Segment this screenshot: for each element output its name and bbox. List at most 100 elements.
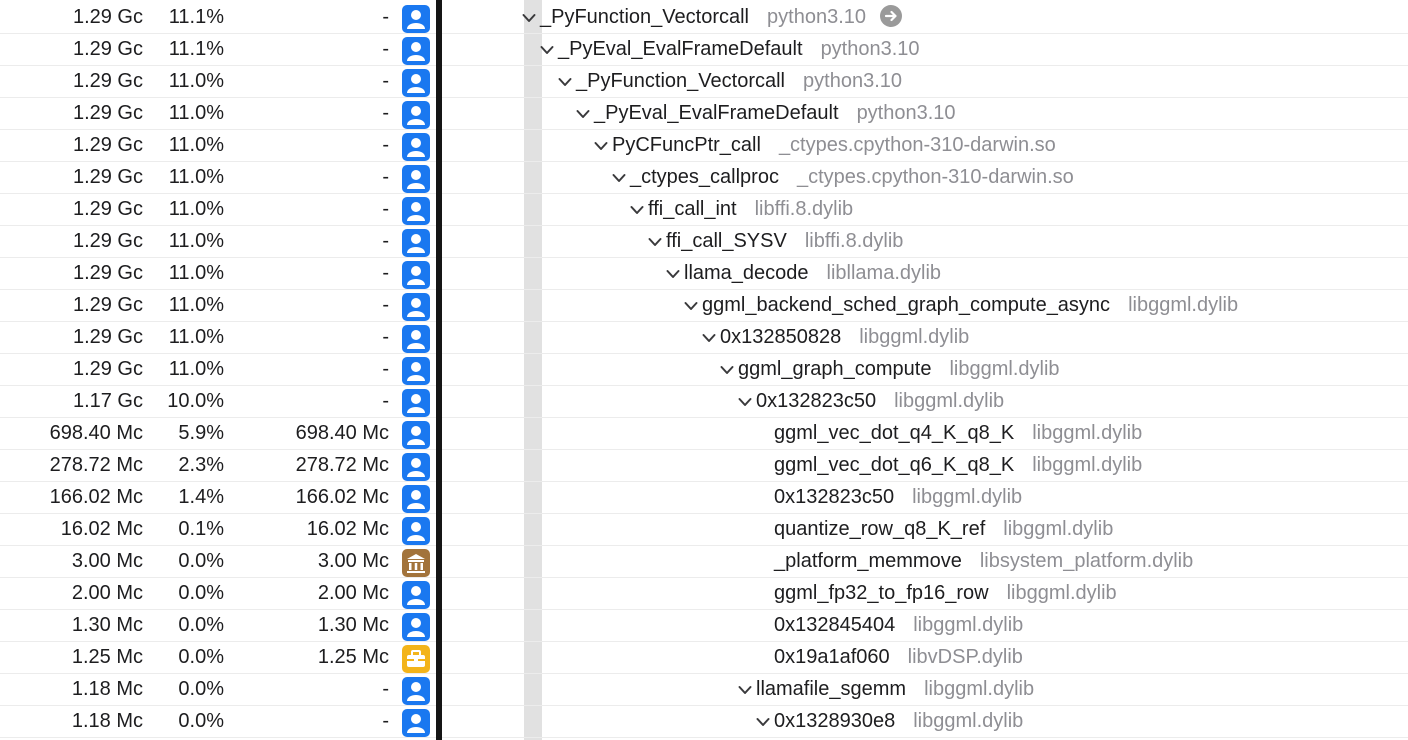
disclosure-chevron-icon[interactable] — [684, 291, 702, 322]
sample-row[interactable]: 1.29 Gc 11.0% - — [0, 194, 436, 226]
disclosure-chevron-icon[interactable] — [612, 163, 630, 194]
symbol-name: 0x1328930e8 — [774, 710, 896, 732]
sample-row[interactable]: 278.72 Mc 2.3% 278.72 Mc — [0, 450, 436, 482]
library-name: libggml.dylib — [894, 390, 1005, 412]
call-tree-row[interactable]: 0x132850828 libggml.dylib — [442, 322, 1408, 354]
call-tree-row[interactable]: ggml_vec_dot_q4_K_q8_K libggml.dylib — [442, 418, 1408, 450]
sample-row[interactable]: 2.00 Mc 0.0% 2.00 Mc — [0, 578, 436, 610]
sample-row[interactable]: 1.29 Gc 11.0% - — [0, 258, 436, 290]
call-tree-row[interactable]: llamafile_sgemm libggml.dylib — [442, 674, 1408, 706]
disclosure-chevron-icon[interactable] — [630, 195, 648, 226]
call-tree-row[interactable]: 0x19a1af060 libvDSP.dylib — [442, 642, 1408, 674]
symbol-name: ggml_fp32_to_fp16_row — [774, 582, 989, 604]
percent-value: 0.0% — [178, 678, 224, 700]
percent-value: 0.0% — [178, 550, 224, 572]
sample-row[interactable]: 3.00 Mc 0.0% 3.00 Mc — [0, 546, 436, 578]
call-tree-row[interactable]: ggml_vec_dot_q6_K_q8_K libggml.dylib — [442, 450, 1408, 482]
sample-row[interactable]: 1.18 Mc 0.0% - — [0, 674, 436, 706]
call-tree-row[interactable]: _PyEval_EvalFrameDefault python3.10 — [442, 98, 1408, 130]
call-tree-row[interactable]: ffi_call_SYSV libffi.8.dylib — [442, 226, 1408, 258]
sample-row[interactable]: 1.29 Gc 11.1% - — [0, 2, 436, 34]
user-icon — [402, 325, 430, 353]
call-tree-row[interactable]: _ctypes_callproc _ctypes.cpython-310-darw… — [442, 162, 1408, 194]
user-icon — [402, 5, 430, 33]
weight-value: 3.00 Mc — [71, 550, 143, 572]
sample-row[interactable]: 1.29 Gc 11.0% - — [0, 130, 436, 162]
focus-arrow-icon[interactable] — [880, 5, 902, 27]
disclosure-chevron-icon[interactable] — [702, 323, 720, 354]
call-tree-row[interactable]: 0x1328930e8 libggml.dylib — [442, 706, 1408, 738]
call-tree-row[interactable]: 0x132823c50 libggml.dylib — [442, 482, 1408, 514]
weight-value: 1.29 Gc — [72, 134, 143, 156]
call-tree-row[interactable]: _PyEval_EvalFrameDefault python3.10 — [442, 34, 1408, 66]
disclosure-chevron-icon[interactable] — [522, 3, 540, 34]
weight-value: 1.17 Gc — [72, 390, 143, 412]
sample-row[interactable]: 1.29 Gc 11.0% - — [0, 290, 436, 322]
library-name: libffi.8.dylib — [804, 230, 904, 252]
sample-row[interactable]: 698.40 Mc 5.9% 698.40 Mc — [0, 418, 436, 450]
weight-value: 1.30 Mc — [71, 614, 143, 636]
call-tree-row[interactable]: ffi_call_int libffi.8.dylib — [442, 194, 1408, 226]
sample-row[interactable]: 1.29 Gc 11.0% - — [0, 162, 436, 194]
weight-value: 1.29 Gc — [72, 230, 143, 252]
disclosure-chevron-icon[interactable] — [558, 67, 576, 98]
percent-value: 11.1% — [168, 38, 224, 60]
library-name: libffi.8.dylib — [754, 198, 854, 220]
self-weight-value: - — [382, 38, 389, 60]
symbol-name: ffi_call_SYSV — [666, 230, 787, 252]
disclosure-chevron-icon[interactable] — [648, 227, 666, 258]
sample-row[interactable]: 1.29 Gc 11.0% - — [0, 322, 436, 354]
symbol-name: llama_decode — [684, 262, 809, 284]
call-tree-row[interactable]: _PyFunction_Vectorcall python3.10 — [442, 2, 1408, 34]
library-name: libggml.dylib — [912, 486, 1023, 508]
disclosure-chevron-icon[interactable] — [666, 259, 684, 290]
disclosure-chevron-icon[interactable] — [576, 99, 594, 130]
symbol-name: _PyFunction_Vectorcall — [576, 70, 786, 92]
call-tree-row[interactable]: llama_decode libllama.dylib — [442, 258, 1408, 290]
call-tree-row[interactable]: PyCFuncPtr_call _ctypes.cpython-310-darwi… — [442, 130, 1408, 162]
symbol-name: _PyEval_EvalFrameDefault — [558, 38, 803, 60]
user-icon — [402, 133, 430, 161]
disclosure-chevron-icon[interactable] — [738, 387, 756, 418]
percent-value: 11.0% — [168, 262, 224, 284]
user-icon — [402, 357, 430, 385]
self-weight-value: - — [382, 230, 389, 252]
symbol-name: ffi_call_int — [648, 198, 737, 220]
symbol-name: ggml_backend_sched_graph_compute_async — [702, 294, 1111, 316]
call-tree-node: 0x132850828 libggml.dylib — [702, 322, 969, 354]
sample-row[interactable]: 1.18 Mc 0.0% - — [0, 706, 436, 738]
weight-value: 1.29 Gc — [72, 198, 143, 220]
sample-row[interactable]: 1.29 Gc 11.0% - — [0, 226, 436, 258]
call-tree-row[interactable]: ggml_backend_sched_graph_compute_async li… — [442, 290, 1408, 322]
call-tree-row[interactable]: 0x132823c50 libggml.dylib — [442, 386, 1408, 418]
sample-row[interactable]: 1.29 Gc 11.0% - — [0, 66, 436, 98]
call-tree-row[interactable]: quantize_row_q8_K_ref libggml.dylib — [442, 514, 1408, 546]
call-tree-row[interactable]: ggml_graph_compute libggml.dylib — [442, 354, 1408, 386]
self-weight-value: - — [382, 294, 389, 316]
percent-value: 5.9% — [178, 422, 224, 444]
library-name: python3.10 — [767, 6, 866, 28]
self-weight-value: - — [382, 326, 389, 348]
sample-row[interactable]: 1.30 Mc 0.0% 1.30 Mc — [0, 610, 436, 642]
disclosure-chevron-icon[interactable] — [594, 131, 612, 162]
self-weight-value: - — [382, 710, 389, 732]
call-tree-row[interactable]: ggml_fp32_to_fp16_row libggml.dylib — [442, 578, 1408, 610]
sample-row[interactable]: 1.29 Gc 11.0% - — [0, 98, 436, 130]
percent-value: 11.0% — [168, 230, 224, 252]
call-tree-row[interactable]: 0x132845404 libggml.dylib — [442, 610, 1408, 642]
symbol-name: ggml_vec_dot_q4_K_q8_K — [774, 422, 1015, 444]
disclosure-chevron-icon[interactable] — [756, 707, 774, 738]
call-tree-row[interactable]: _PyFunction_Vectorcall python3.10 — [442, 66, 1408, 98]
sample-row[interactable]: 16.02 Mc 0.1% 16.02 Mc — [0, 514, 436, 546]
sample-row[interactable]: 1.29 Gc 11.1% - — [0, 34, 436, 66]
sample-row[interactable]: 1.25 Mc 0.0% 1.25 Mc — [0, 642, 436, 674]
sample-row[interactable]: 1.17 Gc 10.0% - — [0, 386, 436, 418]
disclosure-chevron-icon[interactable] — [738, 675, 756, 706]
library-name: python3.10 — [856, 102, 956, 124]
call-tree-node: _platform_memmove libsystem_platform.dyli… — [756, 546, 1193, 577]
disclosure-chevron-icon[interactable] — [720, 355, 738, 386]
disclosure-chevron-icon[interactable] — [540, 35, 558, 66]
sample-row[interactable]: 1.29 Gc 11.0% - — [0, 354, 436, 386]
sample-row[interactable]: 166.02 Mc 1.4% 166.02 Mc — [0, 482, 436, 514]
call-tree-row[interactable]: _platform_memmove libsystem_platform.dyli… — [442, 546, 1408, 578]
